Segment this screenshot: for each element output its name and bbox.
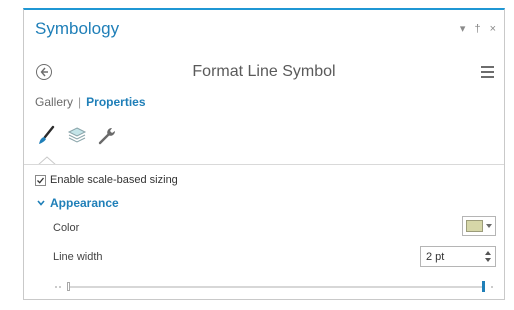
scale-sizing-option: Enable scale-based sizing xyxy=(35,174,178,186)
slider-track xyxy=(67,286,485,288)
line-width-label: Line width xyxy=(53,251,103,263)
format-symbol-title: Format Line Symbol xyxy=(192,63,336,80)
scale-sizing-label: Enable scale-based sizing xyxy=(50,174,178,186)
pane-title: Symbology xyxy=(35,19,120,38)
scale-sizing-checkbox[interactable] xyxy=(35,174,46,186)
hamburger-icon[interactable] xyxy=(481,66,494,81)
properties-link[interactable]: Properties xyxy=(86,95,145,109)
chevron-down-icon xyxy=(486,224,492,228)
gallery-link[interactable]: Gallery xyxy=(35,95,73,109)
breadcrumb: Gallery | Properties xyxy=(35,95,146,109)
color-swatch xyxy=(466,220,483,232)
paintbrush-icon[interactable] xyxy=(36,124,58,146)
slider-min-handle[interactable] xyxy=(67,282,70,291)
pin-icon[interactable]: † xyxy=(474,23,480,35)
symbology-pane: Symbology ▾ † × Format Line Symbol Galle… xyxy=(23,8,505,300)
chevron-down-icon xyxy=(37,200,45,206)
spinner-icon[interactable] xyxy=(485,250,491,263)
line-width-input[interactable]: 2 pt xyxy=(420,246,496,267)
pane-controls: ▾ † × xyxy=(460,23,496,35)
color-label: Color xyxy=(53,222,80,234)
line-width-slider[interactable] xyxy=(55,281,495,293)
layers-icon[interactable] xyxy=(66,124,88,146)
breadcrumb-separator: | xyxy=(78,95,82,109)
tab-divider xyxy=(24,164,504,165)
appearance-heading: Appearance xyxy=(50,196,119,210)
color-picker[interactable] xyxy=(462,216,496,236)
slider-max-ticks xyxy=(491,286,493,288)
slider-min-ticks xyxy=(55,286,61,288)
appearance-section-toggle[interactable]: Appearance xyxy=(37,196,119,210)
property-tabs xyxy=(36,124,118,146)
slider-handle[interactable] xyxy=(482,281,485,292)
line-width-value: 2 pt xyxy=(426,251,445,263)
close-icon[interactable]: × xyxy=(490,23,496,35)
pane-options-icon[interactable]: ▾ xyxy=(460,23,466,35)
wrench-icon[interactable] xyxy=(96,124,118,146)
